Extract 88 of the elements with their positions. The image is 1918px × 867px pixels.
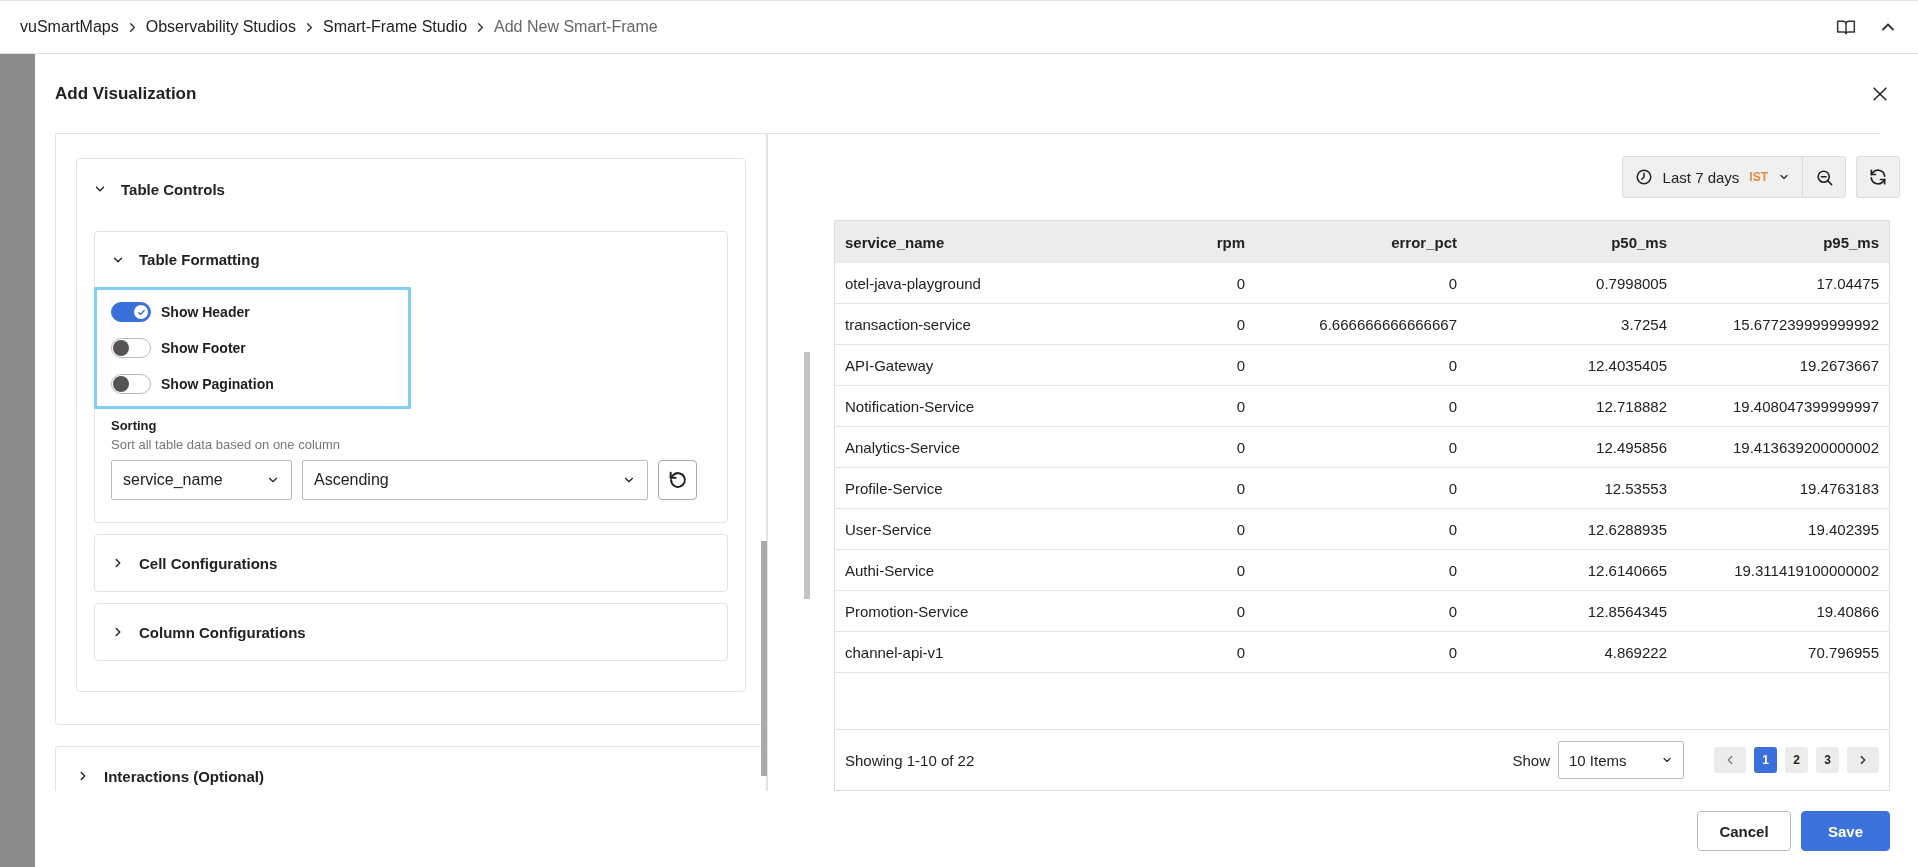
toggle-switch[interactable] [111,302,151,322]
section-header[interactable]: Table Formatting [111,232,260,287]
table-cell: 12.53553 [1467,467,1677,509]
breadcrumb-link[interactable]: vuSmartMaps [20,18,119,36]
table-cell: 0 [1255,385,1467,427]
scrollbar-thumb[interactable] [761,541,767,776]
table-cell: 12.495856 [1467,426,1677,468]
section-header[interactable]: Table Controls [93,159,225,219]
table-cell: 0 [1255,263,1467,304]
page-button[interactable]: 1 [1754,747,1777,773]
table-cell: API-Gateway [835,344,1145,386]
table-cell: 0 [1255,344,1467,386]
refresh-button[interactable] [1856,156,1900,198]
table-cell: Profile-Service [835,467,1145,509]
field-hint: Sort all table data based on one column [111,437,342,452]
table-cell: 19.40866 [1677,590,1889,632]
book-icon[interactable] [1836,17,1856,37]
order-select[interactable]: Ascending [302,460,648,500]
toggle-label: Show Footer [161,340,246,356]
page-size-label: Show [1512,751,1550,769]
table-cell: 3.7254 [1467,303,1677,345]
breadcrumb-link[interactable]: Add New Smart-Frame [494,18,658,36]
table-cell: 0 [1145,385,1255,427]
toggle-label: Show Header [161,304,250,320]
table-cell: 19.311419100000002 [1677,549,1889,591]
table-cell: 0 [1145,631,1255,673]
table-cell: 0 [1145,303,1255,345]
table-cell: 0 [1255,549,1467,591]
field-label: Sorting [111,418,158,433]
breadcrumb-link[interactable]: Observability Studios [145,18,296,36]
table-cell: 0 [1255,467,1467,509]
table-cell: 15.677239999999992 [1677,303,1889,345]
scrollbar-thumb[interactable] [804,352,810,599]
table-cell: 19.2673667 [1677,344,1889,386]
table-cell: 0 [1145,344,1255,386]
table-cell: 0 [1145,549,1255,591]
table-cell: 12.6288935 [1467,508,1677,550]
pagination-summary: Showing 1-10 of 22 [845,751,976,769]
table-cell: 12.6140665 [1467,549,1677,591]
column-header[interactable]: service_name [835,221,1145,263]
table-cell: 0 [1145,263,1255,304]
table-cell: 0 [1255,426,1467,468]
column-header[interactable]: p50_ms [1467,221,1677,263]
table-cell: channel-api-v1 [835,631,1145,673]
table-cell: 0 [1145,508,1255,550]
table-cell: Analytics-Service [835,426,1145,468]
table-cell: 0 [1255,590,1467,632]
table-cell: 19.408047399999997 [1677,385,1889,427]
reset-button[interactable] [658,460,697,500]
table-cell: 0 [1145,467,1255,509]
page-button[interactable]: 3 [1816,747,1839,773]
table-cell: 12.4035405 [1467,344,1677,386]
table-cell: 19.402395 [1677,508,1889,550]
table-cell: transaction-service [835,303,1145,345]
toggle-label: Show Pagination [161,376,274,392]
table-cell: 17.04475 [1677,263,1889,304]
table-cell: 0 [1255,631,1467,673]
page-size-select[interactable]: 10 Items [1558,741,1684,779]
table-cell: User-Service [835,508,1145,550]
save-button[interactable]: Save [1801,811,1890,851]
column-header[interactable]: error_pct [1255,221,1467,263]
table-cell: 6.666666666666667 [1255,303,1467,345]
zoom-out-icon [1814,167,1834,187]
column-header[interactable]: rpm [1145,221,1255,263]
toggle-switch[interactable] [111,374,151,394]
breadcrumb-link[interactable]: Smart-Frame Studio [323,18,468,36]
table-cell: Promotion-Service [835,590,1145,632]
page-button[interactable]: 2 [1785,747,1808,773]
table-cell: 70.796955 [1677,631,1889,673]
dialog-title: Add Visualization [55,83,197,104]
refresh-icon [1868,167,1888,187]
table-cell: 0 [1145,590,1255,632]
table-cell: Authi-Service [835,549,1145,591]
table-cell: 4.869222 [1467,631,1677,673]
column-header[interactable]: p95_ms [1677,221,1889,263]
cancel-button[interactable]: Cancel [1697,811,1791,851]
table-cell: 12.718882 [1467,385,1677,427]
clock-icon [1634,168,1653,186]
column-select[interactable]: service_name [111,460,292,500]
table-cell: 0.7998005 [1467,263,1677,304]
table-cell: 12.8564345 [1467,590,1677,632]
table-cell: 0 [1145,426,1255,468]
table-cell: 19.413639200000002 [1677,426,1889,468]
table-cell: 0 [1255,508,1467,550]
table-cell: 19.4763183 [1677,467,1889,509]
table-cell: otel-java-playground [835,263,1145,304]
table-cell: Notification-Service [835,385,1145,427]
toggle-switch[interactable] [111,338,151,358]
